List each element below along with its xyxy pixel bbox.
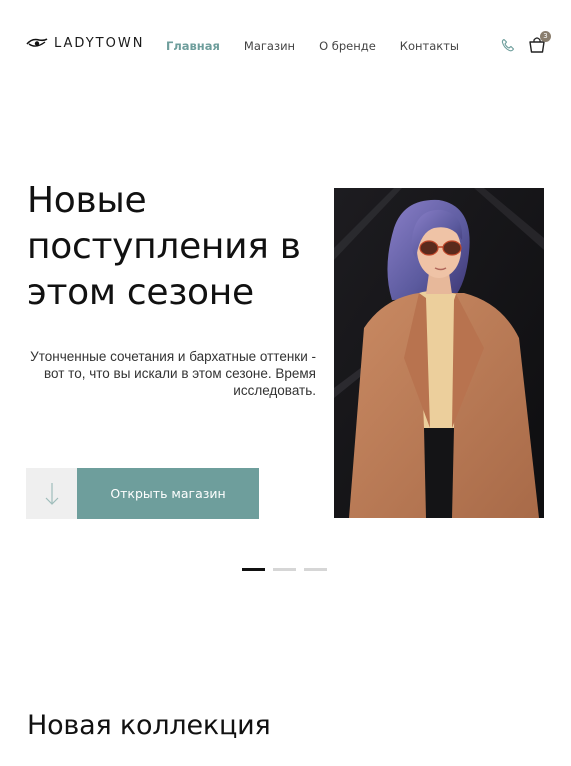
nav-item-home[interactable]: Главная <box>166 39 220 53</box>
arrow-down-icon <box>45 482 58 505</box>
hero-image <box>334 188 544 518</box>
slider-dot-3[interactable] <box>304 568 327 571</box>
site-header: LADYTOWN Главная Магазин О бренде Контак… <box>0 0 571 92</box>
cart-count-badge: 3 <box>540 31 551 42</box>
nav-item-shop[interactable]: Магазин <box>244 39 295 53</box>
eye-lash-icon <box>26 37 48 47</box>
slider-dot-1[interactable] <box>242 568 265 571</box>
phone-icon[interactable] <box>501 38 515 52</box>
new-collection-title: Новая коллекция <box>27 710 271 741</box>
slider-dot-2[interactable] <box>273 568 296 571</box>
slider-pagination <box>242 568 327 571</box>
woman-in-coat-photo <box>334 188 544 518</box>
hero-description: Утонченные сочетания и бархатные оттенки… <box>30 349 316 398</box>
nav-item-contacts[interactable]: Контакты <box>400 39 459 53</box>
logo[interactable]: LADYTOWN <box>26 36 144 51</box>
nav-item-about[interactable]: О бренде <box>319 39 376 53</box>
main-nav: Главная Магазин О бренде Контакты <box>166 39 459 53</box>
open-shop-button[interactable]: Открыть магазин <box>77 468 259 519</box>
scroll-down-button[interactable] <box>26 468 77 519</box>
hero-title: Новые поступления в этом сезоне <box>27 180 301 313</box>
logo-text: LADYTOWN <box>54 36 145 51</box>
